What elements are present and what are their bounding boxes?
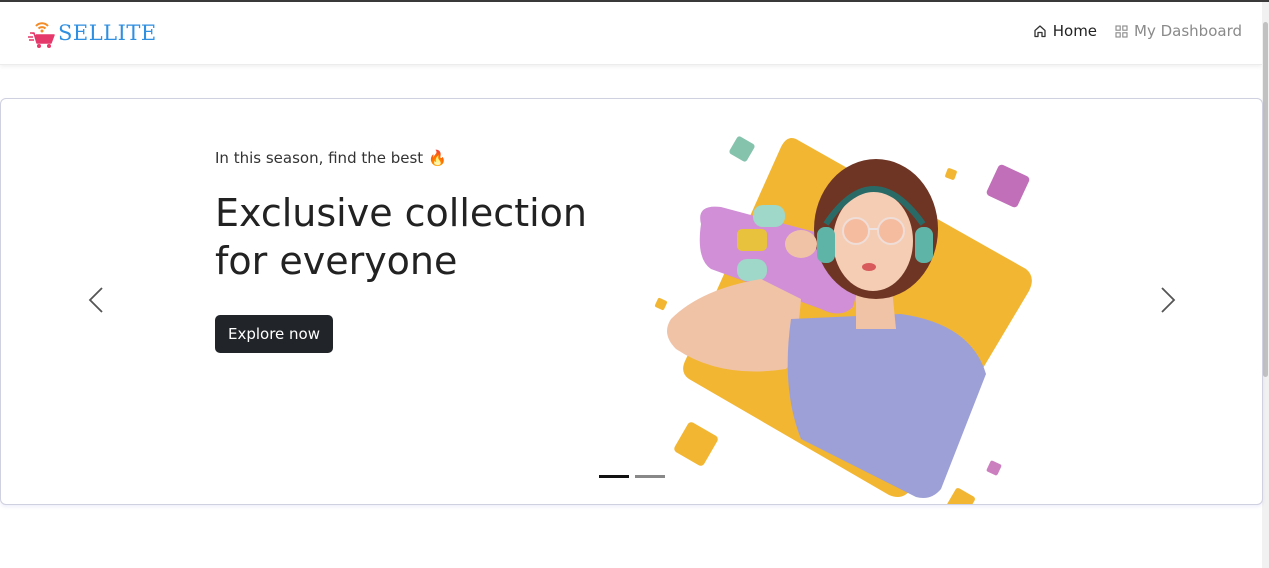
main-nav: Home My Dashboard xyxy=(1015,22,1242,40)
nav-home[interactable]: Home xyxy=(1033,22,1097,40)
hero-carousel: In this season, find the best 🔥 Exclusiv… xyxy=(0,98,1263,505)
hero-illustration xyxy=(655,136,1032,504)
person-shirt xyxy=(787,314,986,498)
grid-icon xyxy=(1115,24,1128,38)
brand-name: SELLITE xyxy=(58,21,157,45)
page-scrollbar[interactable] xyxy=(1262,2,1269,568)
deco-square-small-yellow xyxy=(945,168,957,180)
hero-tagline: In this season, find the best 🔥 xyxy=(215,149,447,167)
deco-square-purple xyxy=(986,164,1030,208)
chevron-left-icon[interactable] xyxy=(85,285,109,315)
person-hand xyxy=(785,230,817,258)
skateboard-wheel-top xyxy=(753,205,785,227)
person-face xyxy=(833,191,913,291)
person-lips xyxy=(862,263,876,271)
glasses-left-lens xyxy=(842,217,870,245)
brand-link[interactable]: SELLITE xyxy=(27,16,157,50)
deco-square-tiny-yellow xyxy=(655,298,667,310)
deco-square-pink xyxy=(986,460,1002,476)
headphones-right-cup xyxy=(915,227,933,263)
skateboard-wheel-bottom xyxy=(737,259,767,281)
glasses-right-lens xyxy=(877,217,905,245)
deco-square-teal xyxy=(729,136,755,162)
deco-square-yellow-corner xyxy=(947,488,975,504)
nav-dashboard[interactable]: My Dashboard xyxy=(1115,22,1242,40)
hero-headline: Exclusive collection for everyone xyxy=(215,191,587,283)
carousel-indicator-2[interactable] xyxy=(635,475,665,478)
explore-now-button[interactable]: Explore now xyxy=(215,315,333,353)
navbar: SELLITE Home My Dashboard xyxy=(0,2,1262,65)
chevron-right-icon[interactable] xyxy=(1155,285,1179,315)
nav-dashboard-label: My Dashboard xyxy=(1134,22,1242,40)
home-icon xyxy=(1034,25,1046,38)
carousel-indicators xyxy=(599,475,671,478)
scrollbar-thumb[interactable] xyxy=(1263,22,1268,377)
skateboard-truck xyxy=(737,229,767,251)
deco-square-yellow-bottom xyxy=(674,422,718,466)
headphones-left-cup xyxy=(817,227,835,263)
carousel-indicator-1[interactable] xyxy=(599,475,629,478)
nav-home-label: Home xyxy=(1052,22,1098,40)
shopping-cart-wifi-icon xyxy=(28,22,55,48)
